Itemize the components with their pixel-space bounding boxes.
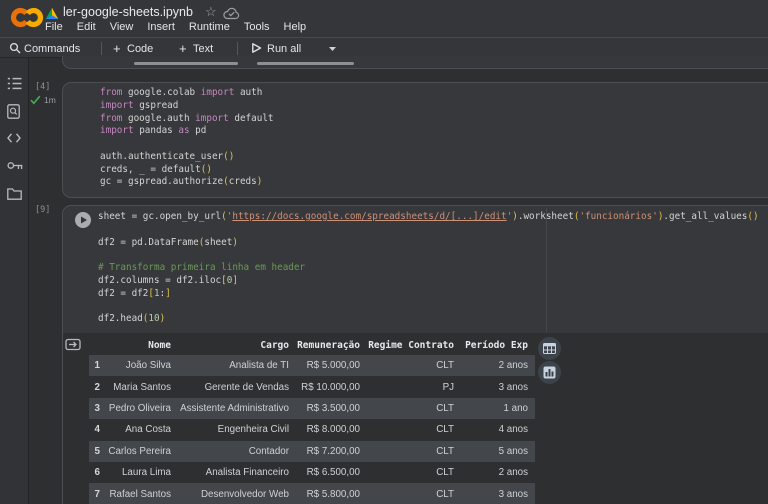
table-row: 4Ana CostaEngenheira CivilR$ 8.000,00CLT…: [89, 419, 535, 440]
scrollbar-thumb[interactable]: [134, 62, 238, 65]
titlebar: ler-google-sheets.ipynb ☆ File Edit View In…: [0, 0, 768, 38]
table-row: 2Maria SantosGerente de VendasR$ 10.000,…: [89, 376, 535, 397]
add-code-button[interactable]: Code: [127, 43, 153, 55]
toolbar: Commands + Code + Text Run all: [0, 38, 768, 58]
execution-count: [4]: [35, 82, 50, 92]
table-icon: [543, 343, 556, 354]
files-folder-icon[interactable]: [7, 188, 22, 200]
column-header: Remuneração: [293, 335, 364, 355]
table-row: 7Rafael SantosDesenvolvedor WebR$ 5.800,…: [89, 483, 535, 504]
code-editor[interactable]: from google.colab import auth import gsp…: [100, 87, 274, 189]
chart-suggest-button[interactable]: [538, 361, 561, 384]
success-check-icon: [30, 95, 41, 105]
scrollbar-thumb[interactable]: [257, 62, 354, 65]
execution-time: 1m: [44, 95, 56, 105]
run-all-button[interactable]: Run all: [267, 43, 301, 55]
menu-help[interactable]: Help: [284, 21, 307, 33]
find-replace-icon[interactable]: [7, 104, 20, 119]
code-snippets-icon[interactable]: [7, 133, 21, 143]
menu-file[interactable]: File: [45, 21, 63, 33]
interactive-table-toggle-icon[interactable]: [65, 337, 81, 352]
chevron-down-icon[interactable]: [329, 47, 336, 51]
table-row: 3Pedro OliveiraAssistente Administrativo…: [89, 398, 535, 419]
secrets-key-icon[interactable]: [7, 161, 23, 170]
add-text-button[interactable]: Text: [193, 43, 213, 55]
left-sidebar: [0, 58, 29, 504]
cloud-saved-icon[interactable]: [223, 7, 240, 20]
column-header: Cargo: [175, 335, 293, 355]
plus-icon: +: [179, 41, 187, 56]
commands-button[interactable]: Commands: [24, 43, 80, 55]
execution-count: [9]: [35, 205, 50, 215]
toolbar-separator: [101, 42, 102, 55]
search-icon: [9, 42, 21, 54]
table-row: 1João SilvaAnalista de TIR$ 5.000,00CLT2…: [89, 355, 535, 376]
table-of-contents-icon[interactable]: [7, 77, 22, 90]
column-header: Regime Contrato: [364, 335, 458, 355]
partial-cell: [62, 56, 768, 69]
menu-view[interactable]: View: [110, 21, 134, 33]
menubar: File Edit View Insert Runtime Tools Help: [45, 21, 306, 33]
table-view-button[interactable]: [538, 337, 561, 360]
run-all-icon: [251, 42, 262, 54]
menu-insert[interactable]: Insert: [147, 21, 175, 33]
code-cell-9[interactable]: sheet = gc.open_by_url('https://docs.goo…: [62, 205, 768, 504]
code-editor[interactable]: sheet = gc.open_by_url('https://docs.goo…: [98, 211, 759, 326]
table-header-row: NomeCargoRemuneraçãoRegime ContratoPerío…: [89, 335, 535, 355]
drive-icon: [45, 7, 59, 20]
menu-edit[interactable]: Edit: [77, 21, 96, 33]
cell-output: NomeCargoRemuneraçãoRegime ContratoPerío…: [63, 333, 768, 504]
plus-icon: +: [113, 41, 121, 56]
colab-logo-icon[interactable]: [7, 3, 47, 32]
column-header: Nome: [104, 335, 175, 355]
menu-tools[interactable]: Tools: [244, 21, 270, 33]
table-row: 5Carlos PereiraContadorR$ 7.200,00CLT5 a…: [89, 441, 535, 462]
column-header: Período Exp: [458, 335, 535, 355]
toolbar-separator: [237, 42, 238, 55]
run-cell-button[interactable]: [75, 212, 91, 228]
menu-runtime[interactable]: Runtime: [189, 21, 230, 33]
code-cell-4[interactable]: from google.colab import auth import gsp…: [62, 82, 768, 198]
dataframe-table: NomeCargoRemuneraçãoRegime ContratoPerío…: [89, 335, 535, 504]
notebook-filename[interactable]: ler-google-sheets.ipynb: [63, 5, 193, 19]
colab-window: ler-google-sheets.ipynb ☆ File Edit View In…: [0, 0, 768, 504]
star-icon[interactable]: ☆: [205, 4, 217, 20]
chart-icon: [543, 366, 556, 379]
table-row: 6Laura LimaAnalista FinanceiroR$ 6.500,0…: [89, 462, 535, 483]
